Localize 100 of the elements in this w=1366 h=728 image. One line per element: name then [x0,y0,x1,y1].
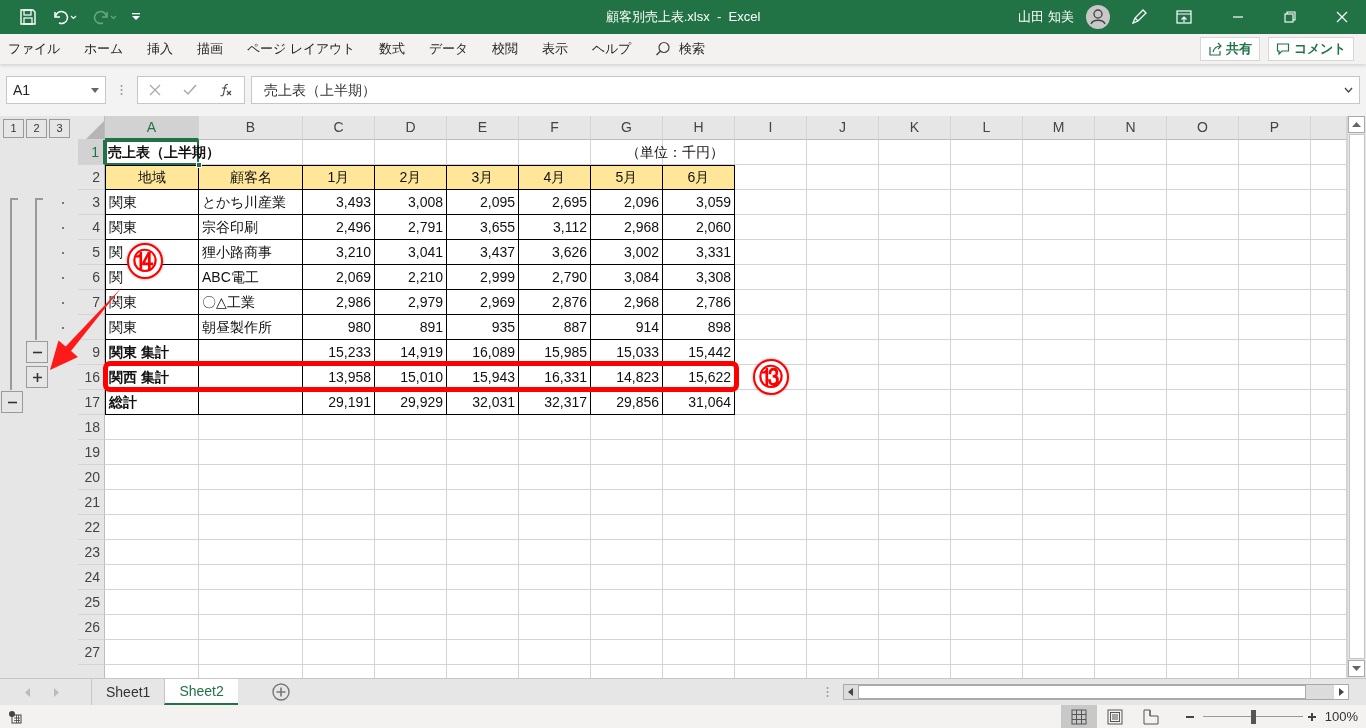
column-header[interactable]: P [1239,116,1311,140]
row-header[interactable]: 24 [78,565,105,590]
ribbon-tab[interactable]: ファイル [0,34,72,64]
scroll-thumb[interactable] [1349,134,1365,659]
row-header[interactable]: 25 [78,590,105,615]
ribbon-tab[interactable]: 表示 [529,34,580,64]
view-button[interactable] [1060,705,1097,728]
row-header[interactable]: 3 [78,190,105,215]
ribbon-tab[interactable]: ホーム [72,34,135,64]
empty-cell [1023,140,1095,165]
column-header[interactable]: D [375,116,447,140]
empty-cell [1023,265,1095,290]
row-header[interactable]: 1 [78,140,105,165]
scroll-up-icon[interactable] [1348,116,1365,133]
row-header[interactable]: 21 [78,490,105,515]
formula-input[interactable]: 売上表（上半期） [251,76,1360,104]
row-header[interactable]: 6 [78,265,105,290]
empty-cell [1239,315,1311,340]
restore-icon[interactable] [1284,11,1296,23]
empty-cell [375,490,447,515]
row-header[interactable]: 26 [78,615,105,640]
ribbon-display-icon[interactable] [1176,10,1192,24]
column-header[interactable]: C [303,116,375,140]
empty-cell [879,615,951,640]
column-header[interactable]: H [663,116,735,140]
column-header[interactable]: A [105,116,199,140]
column-header[interactable]: B [199,116,303,140]
empty-cell [1167,565,1239,590]
share-button[interactable]: 共有 [1200,37,1260,61]
empty-cell [303,465,375,490]
row-header[interactable]: 16 [78,365,105,390]
column-header[interactable]: E [447,116,519,140]
row-header[interactable]: 23 [78,540,105,565]
row-header[interactable]: 27 [78,640,105,665]
empty-cell [447,615,519,640]
column-header[interactable]: J [807,116,879,140]
search-label[interactable]: 検索 [678,39,705,59]
column-header[interactable]: I [735,116,807,140]
horizontal-scrollbar[interactable] [843,684,1349,700]
search-icon[interactable] [654,41,671,57]
column-header[interactable]: L [951,116,1023,140]
row-header[interactable]: 20 [78,465,105,490]
ribbon-tab[interactable]: データ [416,34,480,64]
row-header[interactable]: 19 [78,440,105,465]
dropdown-icon[interactable] [91,87,99,93]
column-header[interactable]: F [519,116,591,140]
slider-thumb[interactable] [1250,709,1256,724]
macro-record-icon[interactable] [8,709,22,724]
zoom-in-icon[interactable] [1306,711,1317,722]
row-header[interactable]: 18 [78,415,105,440]
empty-cell [1167,315,1239,340]
column-header[interactable]: K [879,116,951,140]
empty-cell [1023,515,1095,540]
row-header[interactable]: 9 [78,340,105,365]
zoom-slider[interactable] [1202,709,1303,724]
vertical-scrollbar[interactable] [1347,116,1366,678]
outline-level-button[interactable]: 3 [49,118,70,138]
column-header[interactable]: O [1167,116,1239,140]
ribbon-tab[interactable]: 描画 [185,34,235,64]
table-cell-text: 関 [109,242,123,262]
column-header[interactable]: G [591,116,663,140]
row-header[interactable]: 5 [78,240,105,265]
outline-level-button[interactable]: 1 [3,118,24,138]
ribbon-tab[interactable]: ページ レイアウト [235,34,367,64]
table-cell-text: 3,308 [695,267,731,287]
undo-icon[interactable] [51,8,77,26]
ribbon-tab[interactable]: 数式 [366,34,417,64]
name-box[interactable]: A1 [6,76,106,104]
column-header[interactable]: N [1095,116,1167,140]
scroll-thumb[interactable] [858,685,1306,699]
empty-cell [735,515,807,540]
empty-cell [1167,215,1239,240]
expand-button[interactable] [26,366,48,388]
empty-cell [663,615,735,640]
fill-handle[interactable] [196,162,202,168]
row-header[interactable]: 4 [78,215,105,240]
empty-cell [951,365,1023,390]
add-sheet-icon[interactable] [271,683,290,701]
function-icon[interactable] [219,83,233,97]
avatar-icon[interactable] [1086,5,1110,29]
row-header[interactable]: 22 [78,515,105,540]
expand-icon[interactable] [1344,87,1353,93]
pen-icon[interactable] [1130,8,1148,26]
sheet-tab[interactable]: Sheet2 [164,679,238,705]
scroll-down-icon[interactable] [1348,660,1365,677]
ribbon-tab[interactable]: ヘルプ [579,34,643,64]
row-header[interactable]: 17 [78,390,105,415]
outline-level-button[interactable]: 2 [26,118,47,138]
ribbon-tab[interactable]: 挿入 [135,34,185,64]
comment-button[interactable]: コメント [1268,37,1354,61]
scroll-right-icon[interactable] [1334,685,1348,699]
ribbon-tab[interactable]: 校閲 [479,34,530,64]
row-header[interactable]: 7 [78,290,105,315]
row-header[interactable]: 2 [78,165,105,190]
close-icon[interactable] [1336,11,1348,23]
column-header[interactable]: M [1023,116,1095,140]
empty-cell [951,315,1023,340]
customize-icon[interactable] [131,12,141,22]
empty-cell [807,365,879,390]
save-icon[interactable] [19,8,37,26]
